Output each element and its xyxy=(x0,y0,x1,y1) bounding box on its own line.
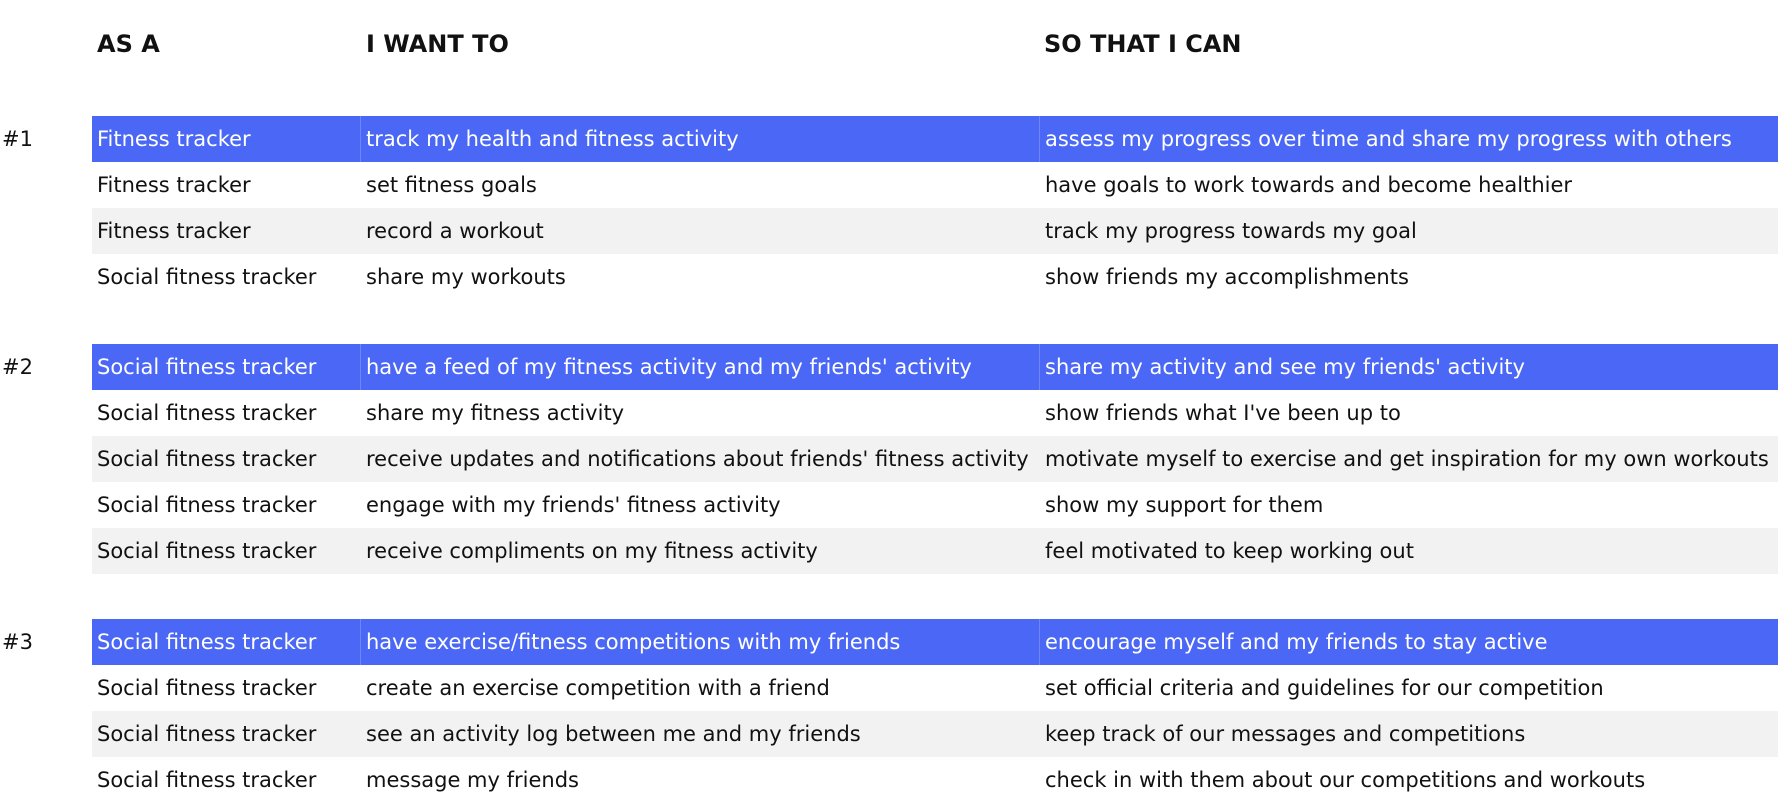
as-cell: Social fitness tracker xyxy=(97,539,317,563)
want-cell: see an activity log between me and my fr… xyxy=(366,722,861,746)
want-cell: set fitness goals xyxy=(366,173,537,197)
so-cell: show friends what I've been up to xyxy=(1045,401,1401,425)
group-number: #1 xyxy=(2,127,33,151)
so-cell: share my activity and see my friends' ac… xyxy=(1039,344,1775,390)
want-cell: share my workouts xyxy=(366,265,566,289)
table-row: Social fitness tracker receive complimen… xyxy=(92,528,1778,574)
header-as-a: AS A xyxy=(97,30,160,58)
table-row: Social fitness tracker see an activity l… xyxy=(92,711,1778,757)
table-row: Social fitness tracker receive updates a… xyxy=(92,436,1778,482)
so-cell: assess my progress over time and share m… xyxy=(1039,116,1775,162)
table-header: AS A I WANT TO SO THAT I CAN xyxy=(0,26,1778,62)
so-cell: show my support for them xyxy=(1045,493,1324,517)
table-row: Social fitness tracker engage with my fr… xyxy=(92,482,1778,528)
as-cell: Social fitness tracker xyxy=(97,265,317,289)
want-cell: record a workout xyxy=(366,219,544,243)
want-cell: create an exercise competition with a fr… xyxy=(366,676,830,700)
as-cell: Fitness tracker xyxy=(97,127,251,151)
table-row: Social fitness tracker share my workouts… xyxy=(92,254,1778,300)
as-cell: Social fitness tracker xyxy=(97,401,317,425)
table-row: Fitness tracker record a workout track m… xyxy=(92,208,1778,254)
as-cell: Social fitness tracker xyxy=(97,722,317,746)
as-cell: Social fitness tracker xyxy=(97,447,317,471)
user-stories-page: AS A I WANT TO SO THAT I CAN #1 Fitness … xyxy=(0,0,1778,803)
want-cell: share my fitness activity xyxy=(366,401,625,425)
as-cell: Social fitness tracker xyxy=(97,493,317,517)
want-cell: message my friends xyxy=(366,768,579,792)
so-cell: check in with them about our competition… xyxy=(1045,768,1646,792)
want-cell: engage with my friends' fitness activity xyxy=(366,493,781,517)
want-cell: receive updates and notifications about … xyxy=(366,447,1029,471)
so-cell: have goals to work towards and become he… xyxy=(1045,173,1573,197)
so-cell: keep track of our messages and competiti… xyxy=(1045,722,1526,746)
so-cell: feel motivated to keep working out xyxy=(1045,539,1414,563)
want-cell: have a feed of my fitness activity and m… xyxy=(360,344,1036,390)
group-number: #3 xyxy=(2,630,33,654)
so-cell: encourage myself and my friends to stay … xyxy=(1039,619,1775,665)
as-cell: Social fitness tracker xyxy=(97,768,317,792)
group-number: #2 xyxy=(2,355,33,379)
want-cell: receive compliments on my fitness activi… xyxy=(366,539,818,563)
as-cell: Fitness tracker xyxy=(97,173,251,197)
table-row: Social fitness tracker create an exercis… xyxy=(92,665,1778,711)
want-cell: have exercise/fitness competitions with … xyxy=(360,619,1036,665)
as-cell: Social fitness tracker xyxy=(97,355,317,379)
so-cell: motivate myself to exercise and get insp… xyxy=(1045,447,1769,471)
table-row: Fitness tracker set fitness goals have g… xyxy=(92,162,1778,208)
header-i-want-to: I WANT TO xyxy=(366,30,509,58)
as-cell: Fitness tracker xyxy=(97,219,251,243)
as-cell: Social fitness tracker xyxy=(97,630,317,654)
table-row: Social fitness tracker share my fitness … xyxy=(92,390,1778,436)
table-row-primary: Social fitness tracker have a feed of my… xyxy=(92,344,1778,390)
header-so-that-i-can: SO THAT I CAN xyxy=(1044,30,1242,58)
so-cell: show friends my accomplishments xyxy=(1045,265,1409,289)
so-cell: set official criteria and guidelines for… xyxy=(1045,676,1604,700)
table-row-primary: Fitness tracker track my health and fitn… xyxy=(92,116,1778,162)
table-row: Social fitness tracker message my friend… xyxy=(92,757,1778,803)
want-cell: track my health and fitness activity xyxy=(360,116,1036,162)
so-cell: track my progress towards my goal xyxy=(1045,219,1417,243)
as-cell: Social fitness tracker xyxy=(97,676,317,700)
table-row-primary: Social fitness tracker have exercise/fit… xyxy=(92,619,1778,665)
